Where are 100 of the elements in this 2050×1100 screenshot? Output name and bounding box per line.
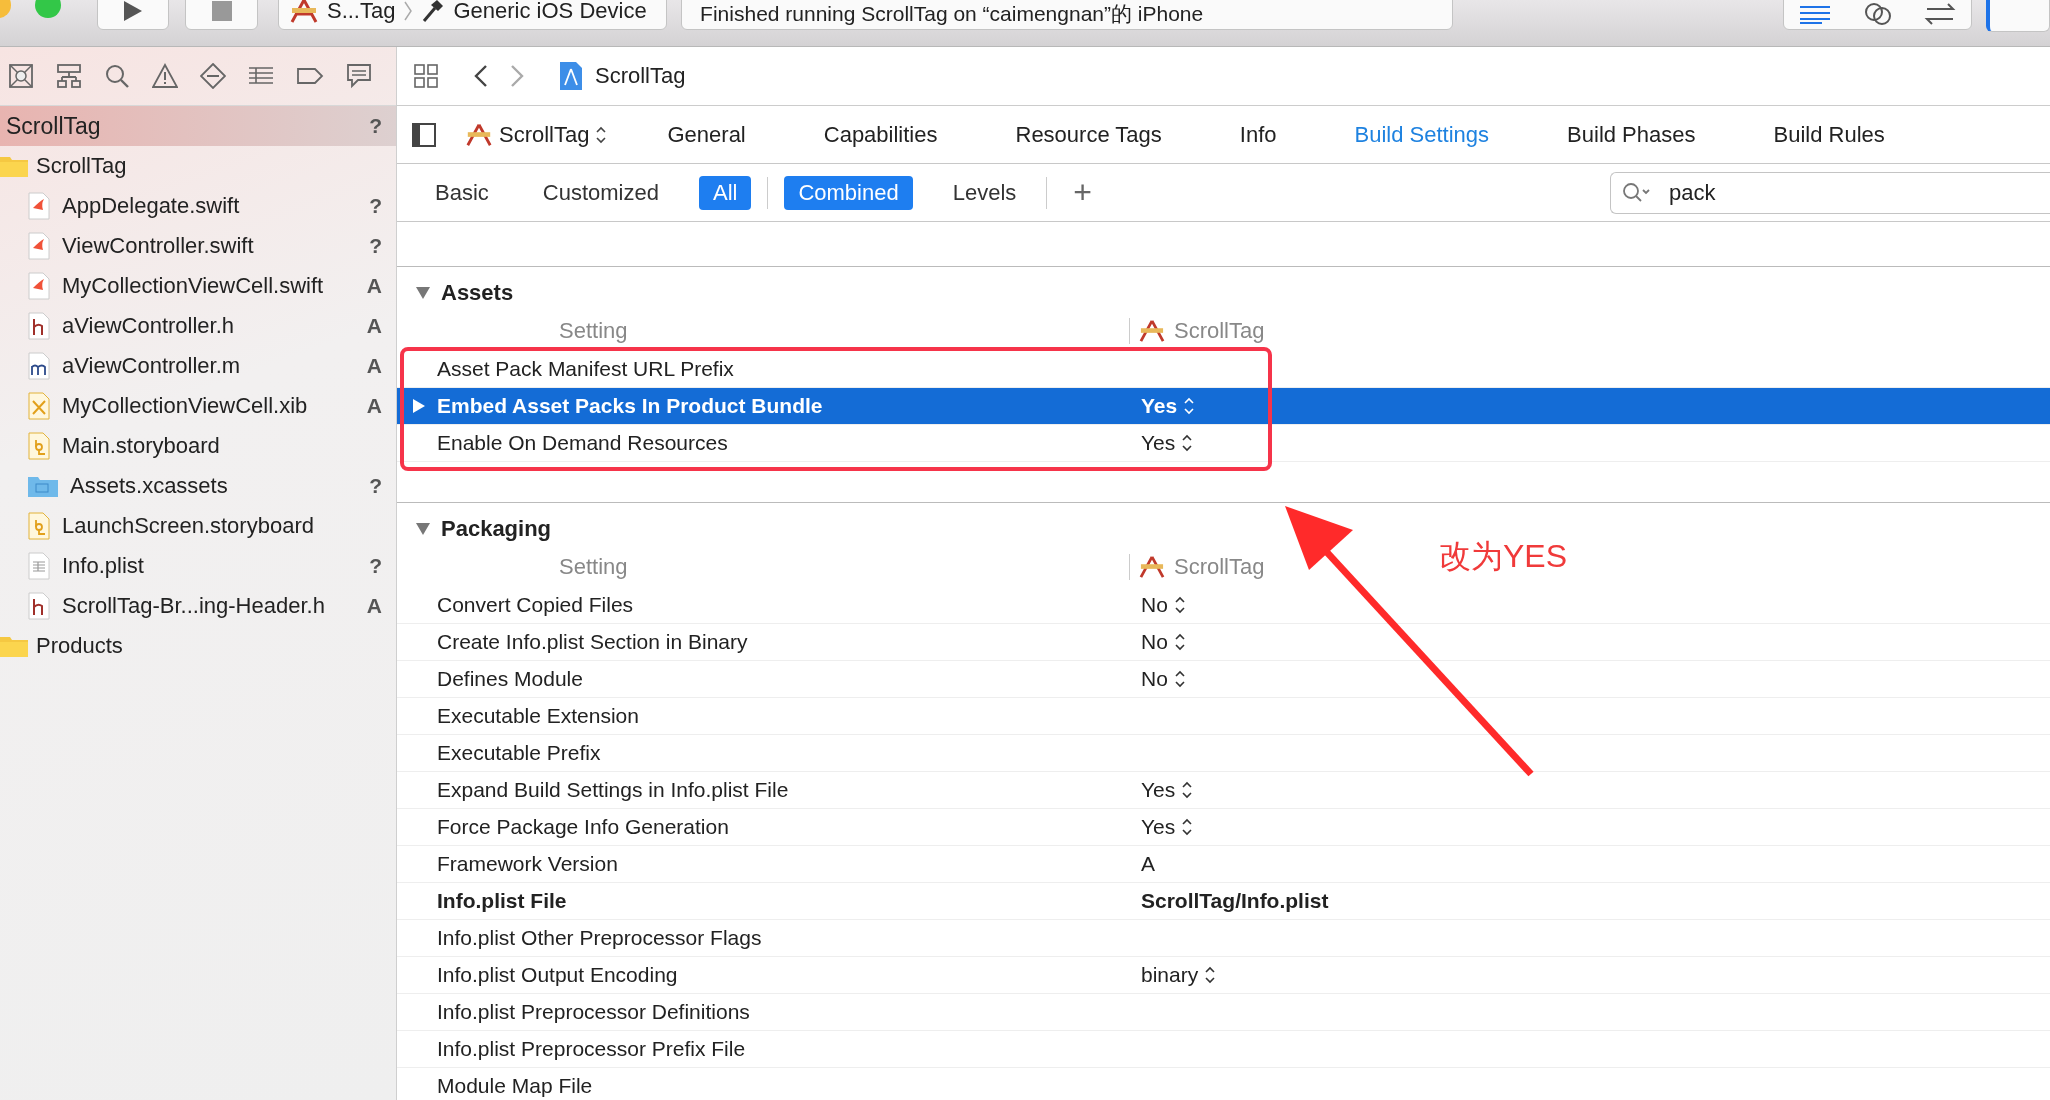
up-down-chevron-icon[interactable]	[1204, 965, 1217, 985]
file-name[interactable]: Main.storyboard	[62, 433, 382, 459]
setting-name: Enable On Demand Resources	[437, 431, 729, 455]
panel-toggle-button[interactable]	[1986, 0, 2050, 32]
file-name[interactable]: Assets.xcassets	[70, 473, 358, 499]
group-name[interactable]: ScrollTag	[36, 153, 382, 179]
filter-button[interactable]: Basic	[421, 175, 503, 210]
setting-row[interactable]: Module Map File	[397, 1068, 2050, 1100]
setting-row[interactable]: Info.plist Other Preprocessor Flags	[397, 920, 2050, 957]
warning-icon[interactable]	[152, 63, 178, 89]
sidebar-toggle-icon[interactable]	[411, 121, 437, 148]
filter-button[interactable]: Combined	[784, 175, 913, 210]
search-icon[interactable]	[104, 63, 130, 89]
project-name: ScrollTag	[6, 112, 102, 140]
setting-name: Info.plist Other Preprocessor Flags	[437, 926, 763, 950]
setting-row[interactable]: Info.plist Preprocessor Prefix File	[397, 1031, 2050, 1068]
file-name[interactable]: MyCollectionViewCell.swift	[62, 273, 355, 299]
status-letter: A	[366, 594, 382, 618]
up-down-chevron-icon[interactable]	[1173, 669, 1186, 689]
storyboard-file-icon	[28, 432, 50, 460]
status-letter: ?	[369, 474, 382, 498]
setting-name: Module Map File	[437, 1074, 594, 1098]
status-letter: ?	[369, 554, 382, 578]
swift-file-icon	[28, 272, 50, 300]
disclosure-triangle-icon[interactable]	[412, 398, 426, 414]
tab[interactable]: Build Settings	[1354, 121, 1490, 148]
up-down-chevron-icon[interactable]	[1181, 817, 1194, 837]
setting-name: Executable Extension	[437, 704, 640, 728]
file-name[interactable]: ViewController.swift	[62, 233, 358, 259]
search-field[interactable]: pack	[1610, 171, 2050, 214]
file-name[interactable]: ScrollTag-Br...ing-Header.h	[62, 593, 355, 619]
setting-row[interactable]: Create Info.plist Section in Binary No	[397, 624, 2050, 661]
folder-navigator-icon[interactable]	[8, 63, 34, 89]
setting-row[interactable]: Info.plist Preprocessor Definitions	[397, 994, 2050, 1031]
hierarchy-icon[interactable]	[56, 63, 82, 89]
tab[interactable]: Info	[1239, 121, 1277, 148]
file-name[interactable]: Info.plist	[62, 553, 358, 579]
setting-row[interactable]: Executable Extension	[397, 698, 2050, 735]
setting-name: Info.plist Output Encoding	[437, 963, 679, 987]
up-down-chevron-icon[interactable]	[1173, 595, 1186, 615]
tab[interactable]: Resource Tags	[1015, 121, 1162, 148]
group-name[interactable]: Products	[36, 633, 382, 659]
scheme-name: S...Tag	[326, 0, 396, 24]
breadcrumb-item[interactable]: ScrollTag	[595, 63, 686, 89]
file-name[interactable]: LaunchScreen.storyboard	[62, 513, 382, 539]
up-down-chevron-icon[interactable]	[1173, 632, 1186, 652]
run-button[interactable]	[96, 0, 170, 30]
file-name[interactable]: aViewController.m	[62, 353, 355, 379]
setting-row[interactable]: Force Package Info Generation Yes	[397, 809, 2050, 846]
status-letter: A	[366, 394, 382, 418]
setting-row[interactable]: Executable Prefix	[397, 735, 2050, 772]
tab[interactable]: General	[667, 121, 746, 148]
tag-icon[interactable]	[296, 65, 324, 87]
up-down-chevron-icon[interactable]	[1181, 433, 1194, 453]
filter-button[interactable]: Levels	[938, 175, 1031, 210]
status-letter: A	[366, 314, 382, 338]
setting-row[interactable]: Info.plist File ScrollTag/Info.plist	[397, 883, 2050, 920]
speech-bubble-icon[interactable]	[346, 63, 372, 89]
setting-value: Yes	[1141, 394, 1178, 418]
folder-icon	[0, 155, 28, 177]
filter-button[interactable]: Customized	[528, 175, 673, 210]
filter-button[interactable]: All	[698, 175, 752, 210]
tab[interactable]: Capabilities	[823, 121, 938, 148]
setting-row[interactable]: Enable On Demand Resources Yes	[397, 425, 2050, 462]
file-name[interactable]: MyCollectionViewCell.xib	[62, 393, 355, 419]
setting-row[interactable]: Framework Version A	[397, 846, 2050, 883]
disclosure-triangle-icon[interactable]	[415, 522, 431, 536]
setting-name: Expand Build Settings in Info.plist File	[437, 778, 790, 802]
setting-row[interactable]: Convert Copied Files No	[397, 587, 2050, 624]
file-name[interactable]: aViewController.h	[62, 313, 355, 339]
editor-mode-control[interactable]	[1782, 0, 1973, 30]
tab[interactable]: Build Rules	[1773, 121, 1885, 148]
setting-value: No	[1141, 667, 1168, 691]
add-button[interactable]: +	[1073, 174, 1092, 211]
stop-button[interactable]	[185, 0, 258, 30]
disclosure-triangle-icon[interactable]	[415, 286, 431, 300]
diamond-minus-icon[interactable]	[200, 63, 226, 89]
tab[interactable]: Build Phases	[1567, 121, 1696, 148]
scheme-selector[interactable]: S...Tag Generic iOS Device	[277, 0, 668, 30]
setting-name: Defines Module	[437, 667, 584, 691]
target-selector[interactable]: ScrollTag	[465, 121, 608, 148]
setting-value: binary	[1141, 963, 1199, 987]
column-header: Setting	[558, 318, 629, 344]
setting-name: Info.plist File	[437, 889, 568, 913]
stop-icon	[210, 0, 233, 22]
file-name[interactable]: AppDelegate.swift	[62, 193, 358, 219]
setting-value: No	[1141, 630, 1168, 654]
project-item[interactable]: ScrollTag ?	[0, 106, 396, 146]
back-icon[interactable]	[473, 64, 489, 88]
setting-row[interactable]: Expand Build Settings in Info.plist File Yes	[397, 772, 2050, 809]
asset-folder-icon	[28, 475, 58, 497]
setting-row[interactable]: Info.plist Output Encoding binary	[397, 957, 2050, 994]
app-project-icon	[1138, 555, 1166, 579]
up-down-chevron-icon[interactable]	[1181, 780, 1194, 800]
setting-row[interactable]: Embed Asset Packs In Product Bundle Yes	[397, 388, 2050, 425]
target-name: ScrollTag	[499, 121, 590, 148]
swap-arrows-icon	[1923, 3, 1958, 25]
status-letter: A	[366, 274, 382, 298]
setting-row[interactable]: Defines Module No	[397, 661, 2050, 698]
grid-icon[interactable]	[413, 63, 439, 89]
